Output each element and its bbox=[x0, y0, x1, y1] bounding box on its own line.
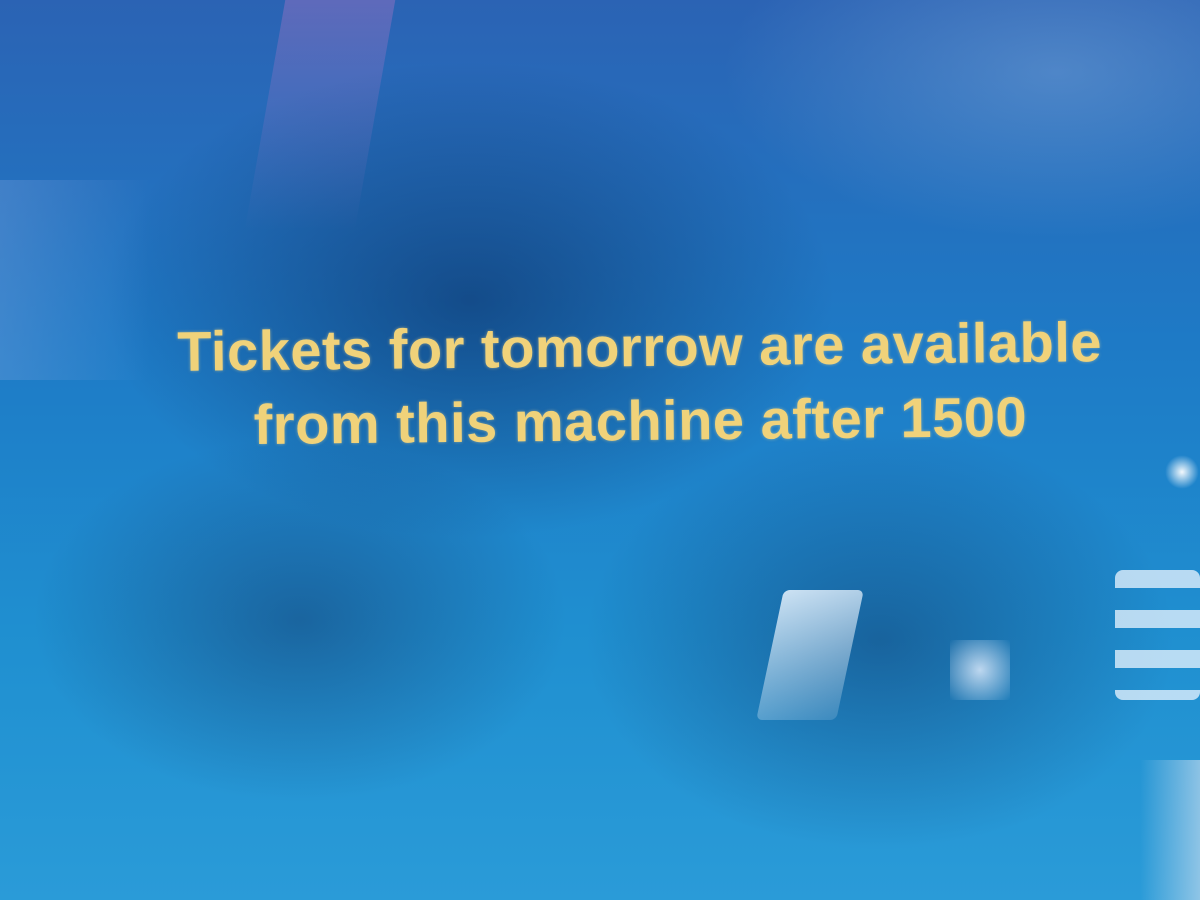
screen-reflection bbox=[1140, 760, 1200, 900]
ticket-availability-message: Tickets for tomorrow are available from … bbox=[79, 304, 1200, 464]
ticket-machine-screen: Tickets for tomorrow are available from … bbox=[0, 0, 1200, 900]
screen-reflection bbox=[720, 0, 1200, 240]
message-line-2: from this machine after 1500 bbox=[253, 384, 1028, 457]
screen-reflection bbox=[950, 640, 1010, 700]
screen-reflection bbox=[1165, 455, 1199, 489]
screen-reflection bbox=[244, 0, 396, 230]
screen-reflection bbox=[1115, 570, 1200, 700]
screen-reflection bbox=[756, 590, 864, 720]
message-line-1: Tickets for tomorrow are available bbox=[176, 310, 1103, 383]
